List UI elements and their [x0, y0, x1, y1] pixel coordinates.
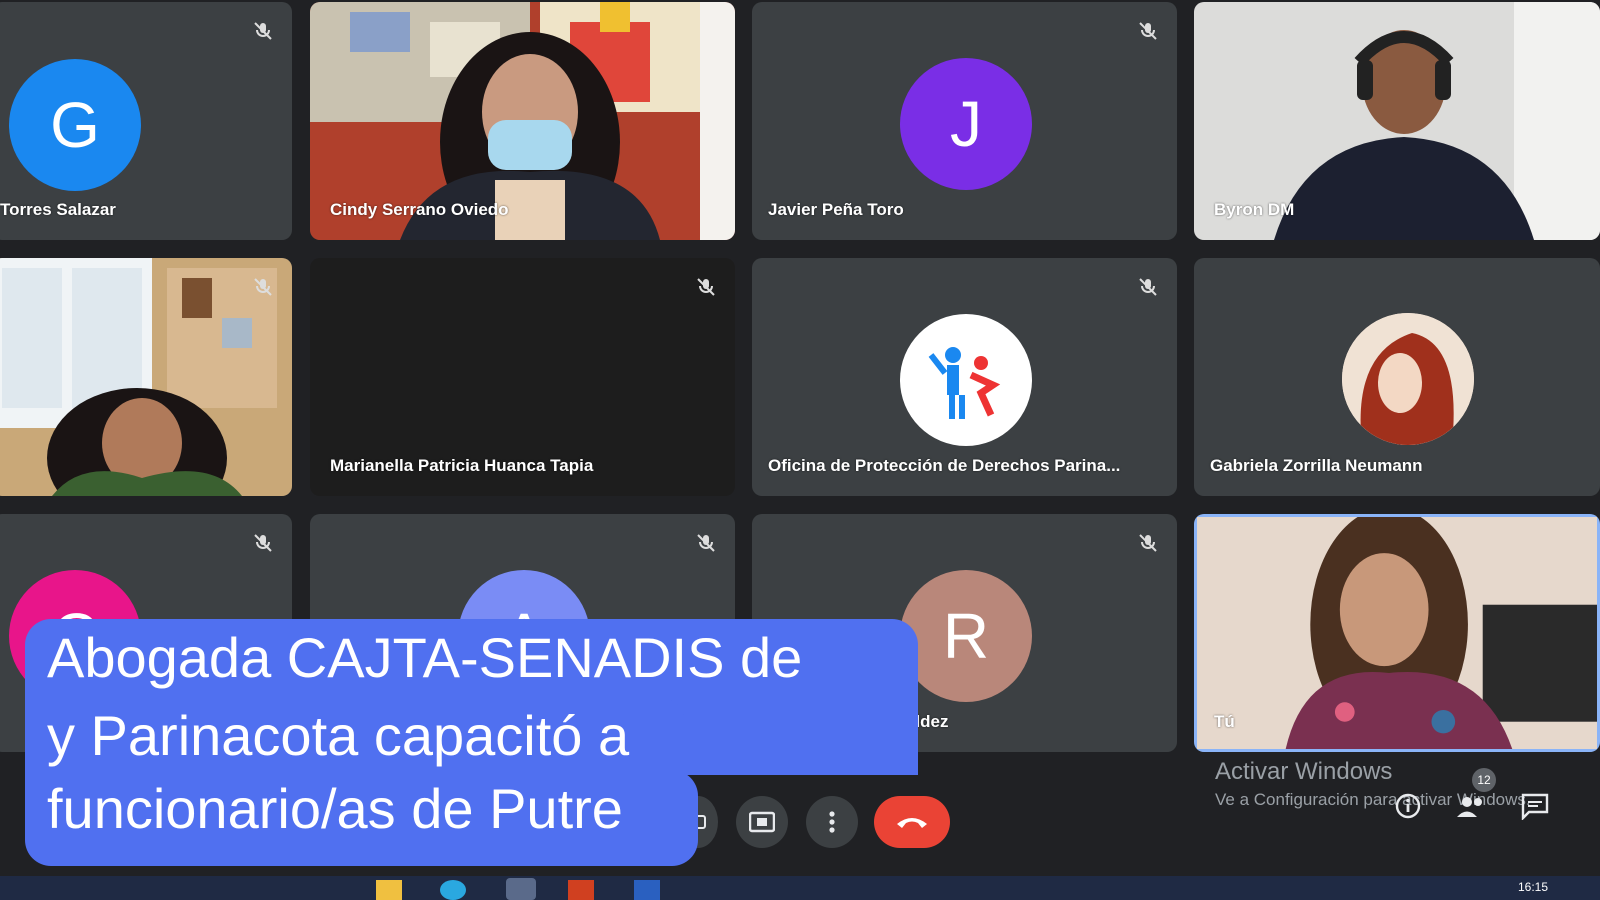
mic-off-icon — [254, 278, 272, 296]
end-call-button[interactable] — [874, 796, 950, 848]
avatar — [1342, 313, 1474, 445]
chat-button[interactable] — [1520, 792, 1550, 821]
chat-icon — [1521, 793, 1549, 821]
participant-name: Cindy Serrano Oviedo — [330, 200, 509, 219]
activate-subtitle: Ve a Configuración para activar Windows. — [1215, 790, 1531, 809]
participant-tile-oficina[interactable]: Oficina de Protección de Derechos Parina… — [752, 258, 1177, 496]
participant-tile-torres-salazar[interactable]: G Torres Salazar — [0, 2, 292, 240]
participant-tile-self[interactable]: Tú — [1194, 514, 1600, 752]
mic-off-icon — [1139, 534, 1157, 552]
mic-off-icon — [1139, 278, 1157, 296]
avatar-initial: R — [942, 600, 990, 672]
more-options-button[interactable] — [806, 796, 858, 848]
people-button[interactable]: 12 — [1454, 768, 1496, 820]
windows-activation-watermark: Activar Windows Ve a Configuración para … — [1215, 758, 1555, 810]
activate-title: Activar Windows — [1215, 758, 1393, 785]
mic-off-icon — [697, 278, 715, 296]
avatar-initial: J — [950, 88, 982, 160]
participant-tile-marianella[interactable]: Marianella Patricia Huanca Tapia — [310, 258, 735, 496]
taskbar-app-chrome[interactable] — [506, 878, 536, 900]
caption-text-2: y Parinacota capacitó a — [47, 704, 630, 767]
people-count-badge: 12 — [1472, 768, 1496, 792]
participant-tile-gabriela[interactable]: Gabriela Zorrilla Neumann — [1194, 258, 1600, 496]
avatar — [900, 314, 1032, 446]
present-screen-icon — [749, 811, 775, 833]
participant-tile-byron[interactable]: Byron DM — [1194, 2, 1600, 240]
participant-name: Oficina de Protección de Derechos Parina… — [768, 456, 1121, 475]
mic-off-icon — [254, 534, 272, 552]
participant-tile-4[interactable] — [0, 258, 292, 496]
organization-logo-icon — [928, 347, 1001, 419]
participant-name: Marianella Patricia Huanca Tapia — [330, 456, 594, 475]
participant-video — [1197, 517, 1597, 749]
participant-name: Tú — [1214, 712, 1235, 731]
participant-tile-cindy[interactable]: Cindy Serrano Oviedo — [310, 2, 735, 240]
more-vert-icon — [829, 811, 835, 833]
participant-name: Torres Salazar — [0, 200, 116, 219]
participant-name: Gabriela Zorrilla Neumann — [1210, 456, 1423, 475]
taskbar-app-file-explorer[interactable] — [376, 880, 402, 900]
caption-line-2: y Parinacota capacitó a — [25, 697, 685, 775]
taskbar-clock[interactable]: 16:15 — [1518, 880, 1548, 894]
mic-off-icon — [1139, 22, 1157, 40]
mic-off-icon — [254, 22, 272, 40]
avatar: J — [900, 58, 1032, 190]
participant-name: Byron DM — [1214, 200, 1295, 219]
avatar: R — [900, 570, 1032, 702]
avatar: G — [9, 59, 141, 191]
mic-off-icon — [697, 534, 715, 552]
windows-taskbar: 16:15 — [0, 876, 1600, 900]
avatar-initial: G — [50, 89, 100, 161]
hang-up-icon — [897, 818, 927, 828]
caption-line-3: funcionario/as de Putre — [25, 770, 698, 866]
taskbar-app-word[interactable] — [634, 880, 660, 900]
caption-text-3: funcionario/as de Putre — [47, 777, 623, 840]
present-screen-button[interactable] — [736, 796, 788, 848]
info-button[interactable] — [1394, 792, 1422, 820]
taskbar-app-browser[interactable] — [440, 880, 466, 900]
participant-name: Javier Peña Toro — [768, 200, 904, 219]
people-icon — [1457, 797, 1482, 817]
participant-video — [0, 258, 292, 496]
participant-tile-javier[interactable]: J Javier Peña Toro — [752, 2, 1177, 240]
taskbar-app-office[interactable] — [568, 880, 594, 900]
profile-photo — [1342, 313, 1474, 445]
info-icon — [1395, 793, 1421, 819]
